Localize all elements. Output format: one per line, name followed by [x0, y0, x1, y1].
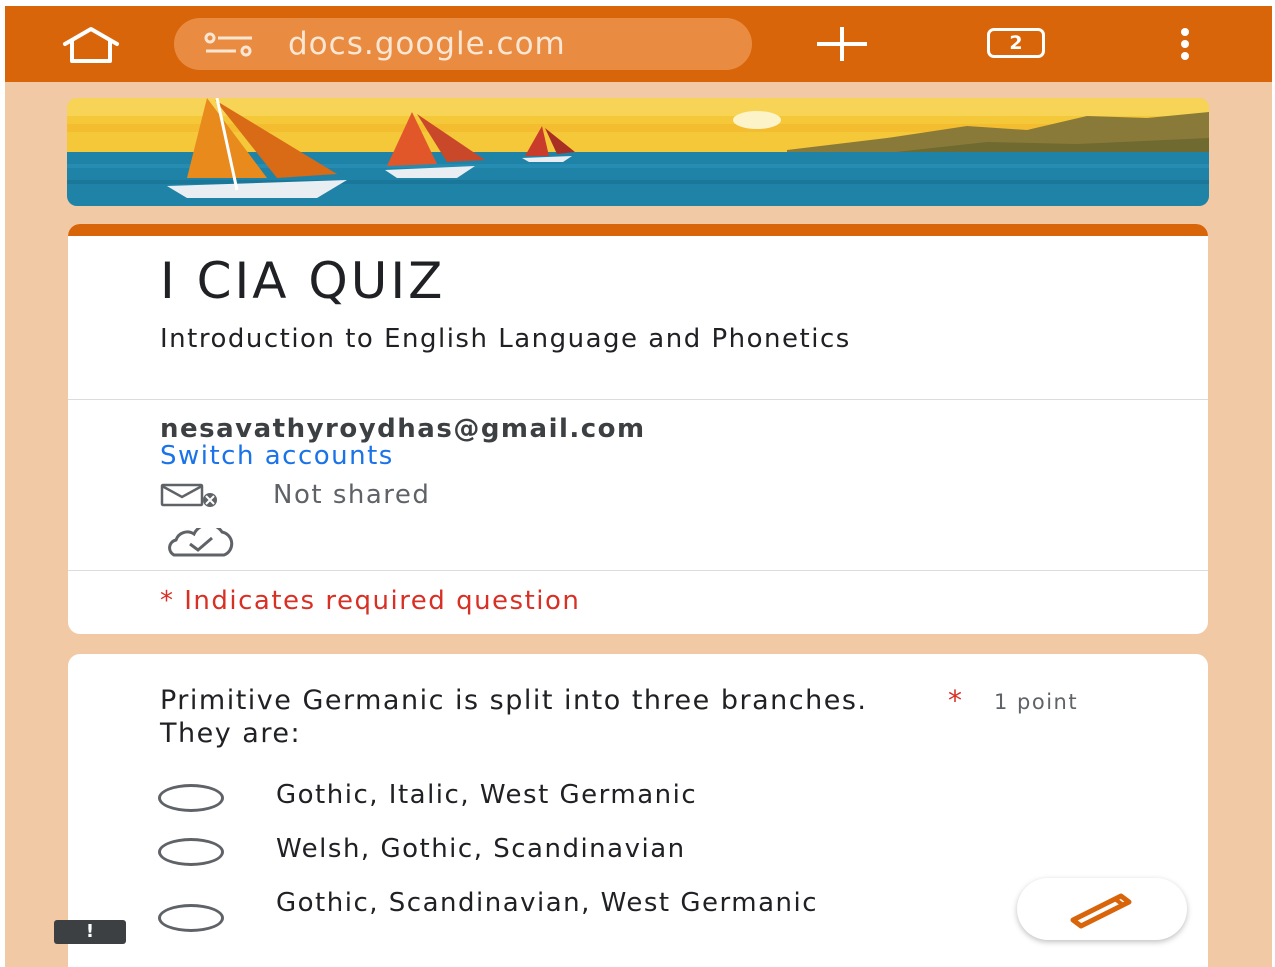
- url-text[interactable]: docs.google.com: [288, 26, 566, 62]
- site-settings-icon[interactable]: [202, 32, 258, 58]
- report-icon[interactable]: !: [54, 920, 126, 944]
- radio-button[interactable]: [158, 838, 224, 866]
- form-title-card: I CIA QUIZ Introduction to English Langu…: [68, 224, 1208, 634]
- sailboats-banner: [67, 98, 1209, 206]
- pencil-icon: [1070, 893, 1132, 929]
- divider: [68, 399, 1208, 400]
- radio-button[interactable]: [158, 904, 224, 932]
- tab-switcher-icon[interactable]: 2: [987, 28, 1045, 58]
- address-bar[interactable]: docs.google.com: [174, 18, 752, 70]
- account-email: nesavathyroydhas@gmail.com: [160, 414, 646, 444]
- not-shared-label: Not shared: [273, 480, 431, 510]
- form-title: I CIA QUIZ: [160, 252, 446, 310]
- divider: [68, 570, 1208, 571]
- browser-viewport: docs.google.com 2 I CIA QUIZ Introductio…: [5, 6, 1272, 967]
- cloud-saved-icon: [160, 523, 240, 558]
- form-header-image: [67, 98, 1209, 206]
- option-label: Welsh, Gothic, Scandinavian: [276, 834, 686, 864]
- new-tab-icon[interactable]: [813, 24, 871, 64]
- browser-toolbar: docs.google.com 2: [5, 6, 1272, 82]
- option-label: Gothic, Italic, West Germanic: [276, 780, 698, 810]
- edit-response-button[interactable]: [1017, 878, 1187, 940]
- mail-not-shared-icon: [160, 482, 226, 508]
- question-points: 1 point: [994, 690, 1079, 714]
- switch-accounts-link[interactable]: Switch accounts: [160, 441, 394, 471]
- more-menu-icon[interactable]: [1173, 26, 1197, 62]
- title-card-accent: [68, 224, 1208, 236]
- required-question-note: * Indicates required question: [160, 586, 581, 616]
- required-asterisk: *: [948, 684, 962, 717]
- question-text: Primitive Germanic is split into three b…: [160, 685, 868, 749]
- option-label: Gothic, Scandinavian, West Germanic: [276, 888, 818, 918]
- home-icon[interactable]: [57, 26, 125, 64]
- form-description: Introduction to English Language and Pho…: [160, 324, 851, 354]
- radio-button[interactable]: [158, 784, 224, 812]
